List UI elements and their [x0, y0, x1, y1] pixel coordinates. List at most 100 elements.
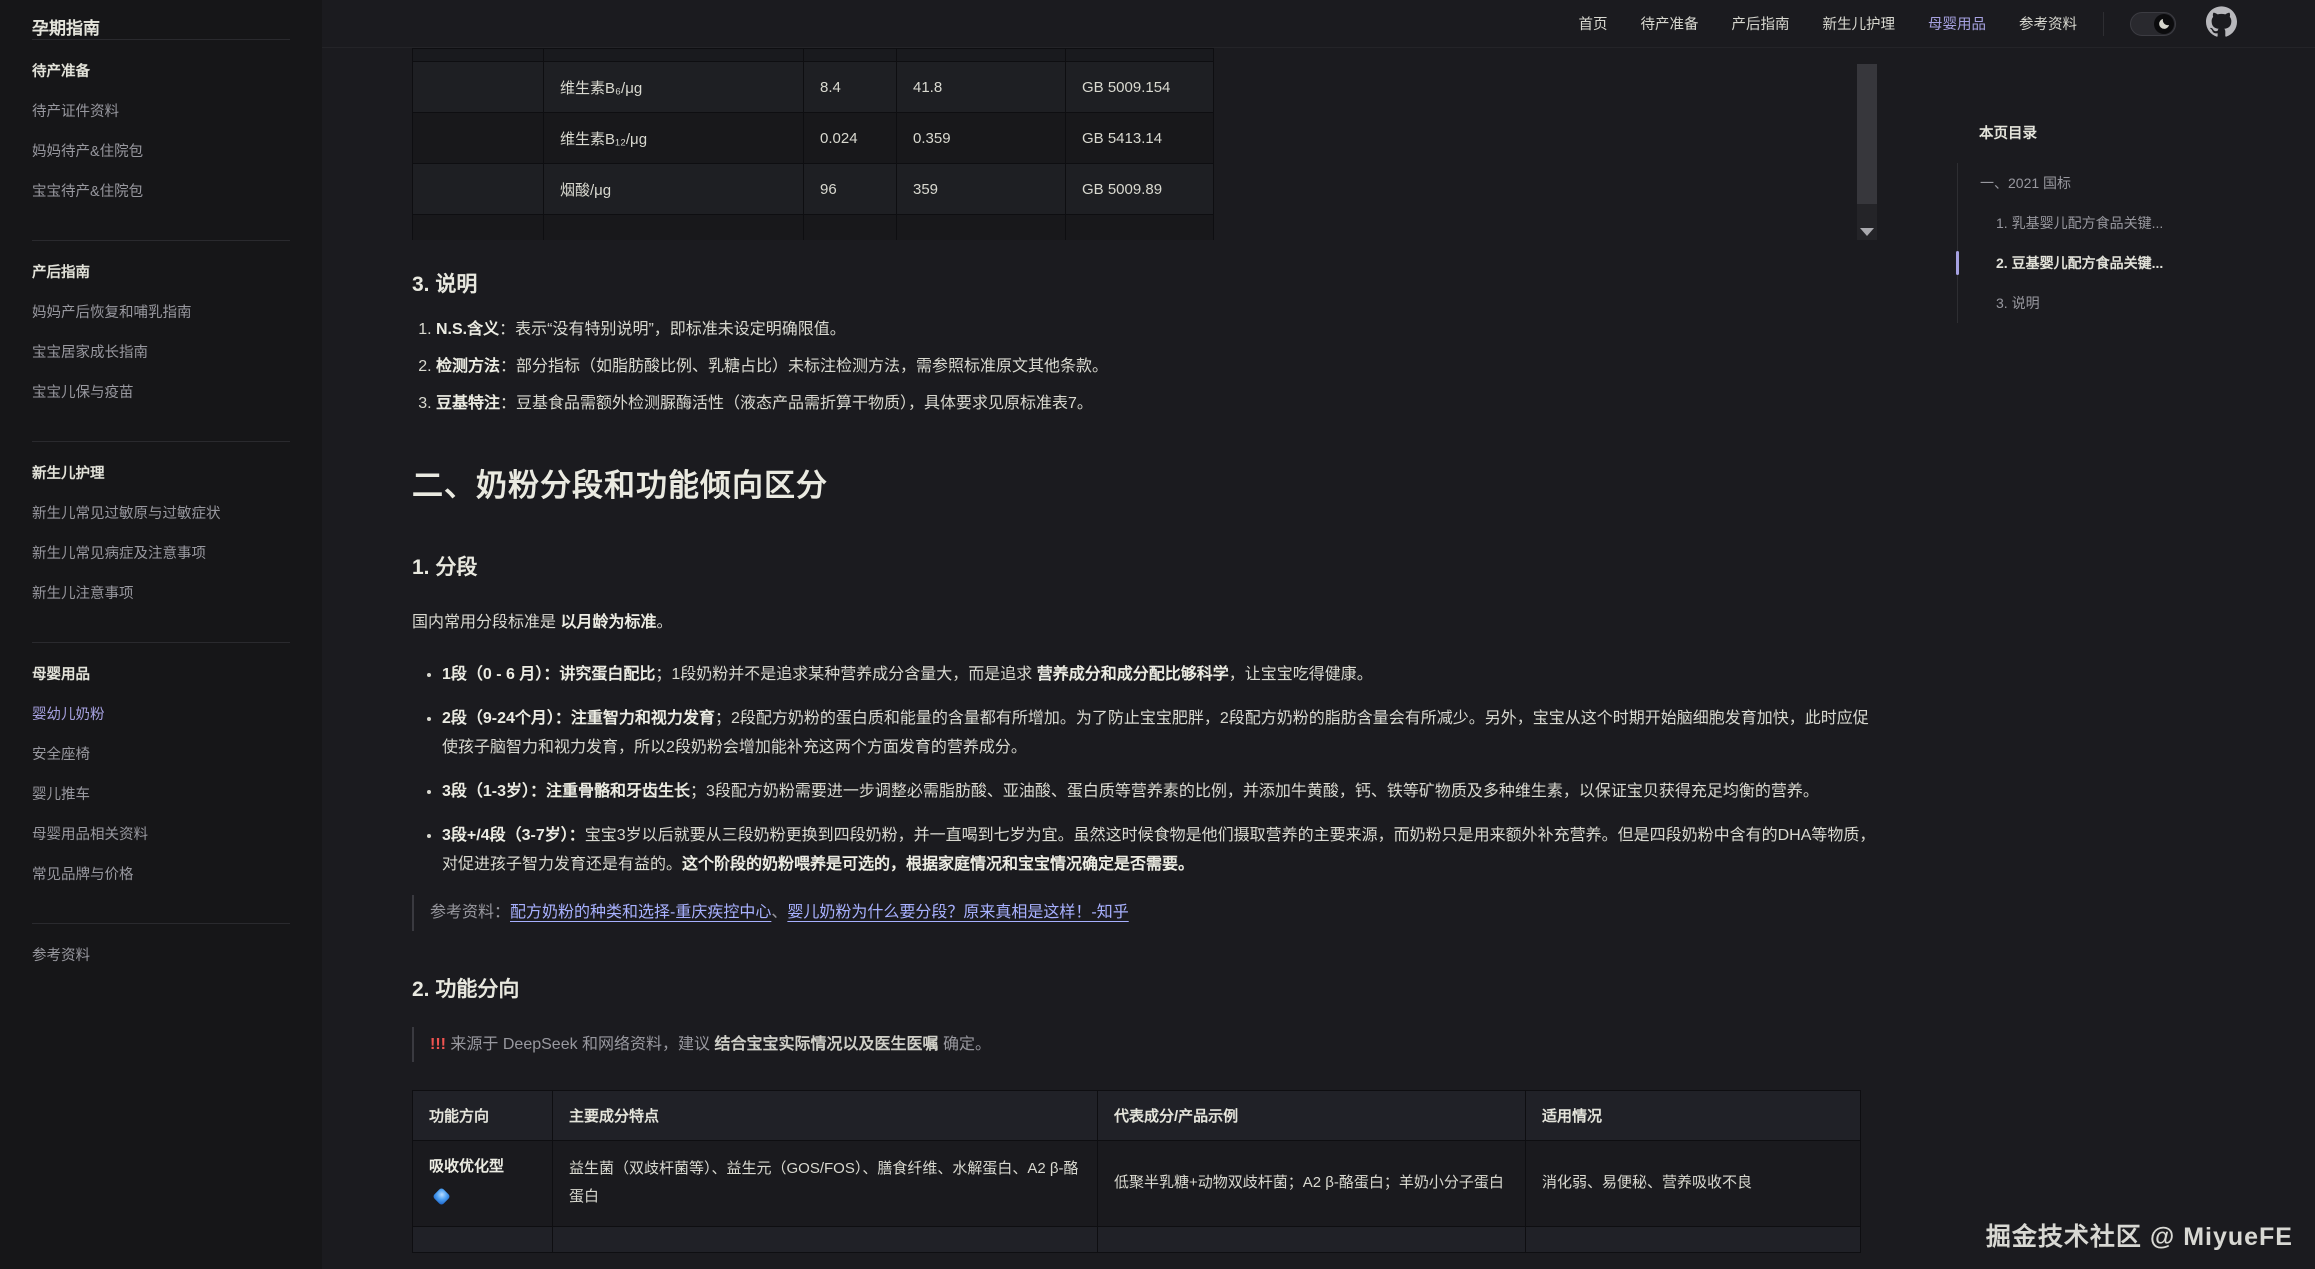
scrollbar-thumb[interactable]	[1857, 64, 1877, 204]
sidebar-item[interactable]: 宝宝居家成长指南	[32, 333, 290, 373]
toc-list: 一、2021 国标 1. 乳基婴儿配方食品关键... 2. 豆基婴儿配方食品关键..…	[1957, 163, 2287, 323]
text: ；1段奶粉并不是追求某种营养成分含量大，而是追求	[655, 666, 1036, 683]
sidebar-item[interactable]: 新生儿注意事项	[32, 574, 290, 614]
heading-section2: 二、奶粉分段和功能倾向区分	[412, 460, 1880, 505]
stage-item: 3段（1-3岁）：注重骨骼和牙齿生长；3段配方奶粉需要进一步调整必需脂肪酸、亚油…	[442, 778, 1880, 806]
bold-text: 以月龄为标准	[560, 614, 656, 631]
sidebar-item[interactable]: 待产证件资料	[32, 92, 290, 132]
sidebar-item[interactable]: 宝宝儿保与疫苗	[32, 373, 290, 413]
explain-item: 豆基特注：豆基食品需额外检测脲酶活性（液态产品需折算干物质），具体要求见原标准表…	[436, 392, 1880, 417]
fenduan-intro: 国内常用分段标准是 以月龄为标准。	[412, 609, 1880, 636]
page-toc: 本页目录 一、2021 国标1. 乳基婴儿配方食品关键...2. 豆基婴儿配方食…	[1957, 122, 2287, 323]
theme-toggle[interactable]	[2130, 12, 2176, 36]
reference-link[interactable]: 婴儿奶粉为什么要分段？原来真相是这样！-知乎	[787, 904, 1128, 921]
bold-text: 3段+/4段（3-7岁）：	[442, 827, 585, 844]
explain-item: 检测方法：部分指标（如脂肪酸比例、乳糖占比）未标注检测方法，需参照标准原文其他条…	[436, 355, 1880, 380]
scroll-down-arrow-icon[interactable]	[1860, 228, 1874, 236]
sidebar-item[interactable]: 母婴用品相关资料	[32, 815, 290, 855]
nav-link[interactable]: 首页	[1579, 13, 1608, 34]
text: ：部分指标（如脂肪酸比例、乳糖占比）未标注检测方法，需参照标准原文其他条款。	[500, 358, 1108, 375]
toc-item: 1. 乳基婴儿配方食品关键...	[1958, 203, 2287, 243]
nutrient-cell: 维生素B₆/μg	[544, 62, 804, 113]
nav-divider	[2103, 12, 2104, 36]
toc-item: 3. 说明	[1958, 283, 2287, 323]
nutrient-cell: 0.359	[897, 113, 1066, 164]
sidebar-item[interactable]: 妈妈待产&住院包	[32, 132, 290, 172]
sidebar-item[interactable]: 婴儿推车	[32, 775, 290, 815]
nav-link[interactable]: 参考资料	[2019, 13, 2077, 34]
toc-link[interactable]: 1. 乳基婴儿配方食品关键...	[1996, 215, 2163, 231]
nutrient-cell	[413, 164, 544, 215]
toc-link[interactable]: 3. 说明	[1996, 295, 2040, 311]
heading-explain: 3. 说明	[412, 268, 1880, 298]
github-link[interactable]	[2206, 6, 2237, 42]
bold-text: N.S.含义	[436, 321, 499, 338]
sidebar-item[interactable]: 婴幼儿奶粉	[32, 695, 290, 735]
nutrient-cell	[413, 62, 544, 113]
nav-link[interactable]: 新生儿护理	[1823, 13, 1896, 34]
toc-link[interactable]: 一、2021 国标	[1980, 175, 2071, 191]
clipped-row-cell	[1526, 1226, 1861, 1252]
reference-quote: 参考资料：配方奶粉的种类和选择-重庆疾控中心、婴儿奶粉为什么要分段？原来真相是这…	[412, 895, 1880, 930]
table-scrollbar[interactable]	[1857, 64, 1877, 240]
sidebar-item[interactable]: 新生儿常见病症及注意事项	[32, 534, 290, 574]
text: 。	[656, 614, 672, 631]
nav-link[interactable]: 产后指南	[1732, 13, 1790, 34]
nutrient-table: 维生素B₆/μg8.441.8GB 5009.154维生素B₁₂/μg0.024…	[412, 48, 1214, 240]
clipped-row-cell	[544, 215, 804, 241]
text: 确定。	[939, 1036, 991, 1053]
nutrient-table-container[interactable]: 维生素B₆/μg8.441.8GB 5009.154维生素B₁₂/μg0.024…	[412, 48, 1880, 240]
function-table-cell: 益生菌（双歧杆菌等）、益生元（GOS/FOS）、膳食纤维、水解蛋白、A2 β-酪…	[553, 1140, 1098, 1226]
top-nav: 首页 待产准备 产后指南 新生儿护理 母婴用品 参考资料	[322, 0, 2315, 48]
sidebar: 孕期指南 待产准备待产证件资料妈妈待产&住院包宝宝待产&住院包产后指南妈妈产后恢…	[0, 0, 322, 1269]
sidebar-item[interactable]: 常见品牌与价格	[32, 855, 290, 895]
sidebar-group-title: 母婴用品	[32, 655, 290, 695]
clipped-row-cell	[1066, 49, 1214, 62]
sidebar-group-title: 产后指南	[32, 253, 290, 293]
clipped-row-cell	[413, 49, 544, 62]
nutrient-cell: GB 5413.14	[1066, 113, 1214, 164]
stage-item: 3段+/4段（3-7岁）：宝宝3岁以后就要从三段奶粉更换到四段奶粉，并一直喝到七…	[442, 822, 1880, 879]
github-icon	[2206, 6, 2237, 42]
bold-text: 营养成分和成分配比够科学	[1037, 666, 1229, 683]
explain-item: N.S.含义：表示“没有特别说明”，即标准未设定明确限值。	[436, 318, 1880, 343]
nav-link[interactable]: 母婴用品	[1928, 13, 1986, 34]
bold-text: 豆基特注	[436, 395, 500, 412]
nutrient-cell: GB 5009.154	[1066, 62, 1214, 113]
text: 国内常用分段标准是	[412, 614, 560, 631]
function-table-header: 代表成分/产品示例	[1098, 1090, 1526, 1140]
bold-text: 检测方法	[436, 358, 500, 375]
nav-link[interactable]: 待产准备	[1641, 13, 1699, 34]
function-table-header: 适用情况	[1526, 1090, 1861, 1140]
function-table-cell: 低聚半乳糖+动物双歧杆菌；A2 β-酪蛋白；羊奶小分子蛋白	[1098, 1140, 1526, 1226]
bold-text: 这个阶段的奶粉喂养是可选的，根据家庭情况和宝宝情况确定是否需要。	[682, 856, 1194, 873]
nutrient-cell: 359	[897, 164, 1066, 215]
stage-item: 1段（0 - 6 月）：讲究蛋白配比；1段奶粉并不是追求某种营养成分含量大，而是…	[442, 661, 1880, 689]
sidebar-item[interactable]: 妈妈产后恢复和哺乳指南	[32, 293, 290, 333]
sidebar-item[interactable]: 安全座椅	[32, 735, 290, 775]
direction-cell: 吸收优化型	[413, 1140, 553, 1226]
sidebar-item[interactable]: 新生儿常见过敏原与过敏症状	[32, 494, 290, 534]
warning-marks: !!!	[430, 1036, 446, 1053]
sidebar-item[interactable]: 参考资料	[32, 936, 290, 976]
nav-menu: 首页 待产准备 产后指南 新生儿护理 母婴用品 参考资料	[1579, 13, 2078, 34]
toc-link[interactable]: 2. 豆基婴儿配方食品关键...	[1996, 255, 2163, 271]
bold-text: 3段（1-3岁）：注重骨骼和牙齿生长	[442, 783, 690, 800]
nutrient-cell: GB 5009.89	[1066, 164, 1214, 215]
function-table-header: 主要成分特点	[553, 1090, 1098, 1140]
warning-quote: !!! 来源于 DeepSeek 和网络资料，建议 结合宝宝实际情况以及医生医嘱…	[412, 1027, 1880, 1062]
sidebar-item[interactable]: 宝宝待产&住院包	[32, 172, 290, 212]
clipped-row-cell	[553, 1226, 1098, 1252]
heading-fenduan: 1. 分段	[412, 551, 1880, 581]
text: ，让宝宝吃得健康。	[1229, 666, 1373, 683]
toc-item: 一、2021 国标	[1958, 163, 2287, 203]
nutrient-cell: 维生素B₁₂/μg	[544, 113, 804, 164]
clipped-row-cell	[897, 215, 1066, 241]
clipped-row-cell	[1066, 215, 1214, 241]
clipped-row-cell	[804, 49, 897, 62]
function-table: 功能方向主要成分特点代表成分/产品示例适用情况吸收优化型益生菌（双歧杆菌等）、益…	[412, 1090, 1861, 1253]
nutrient-cell: 41.8	[897, 62, 1066, 113]
clipped-row-cell	[897, 49, 1066, 62]
reference-link[interactable]: 配方奶粉的种类和选择-重庆疾控中心	[510, 904, 771, 921]
stage-list: 1段（0 - 6 月）：讲究蛋白配比；1段奶粉并不是追求某种营养成分含量大，而是…	[412, 661, 1880, 880]
